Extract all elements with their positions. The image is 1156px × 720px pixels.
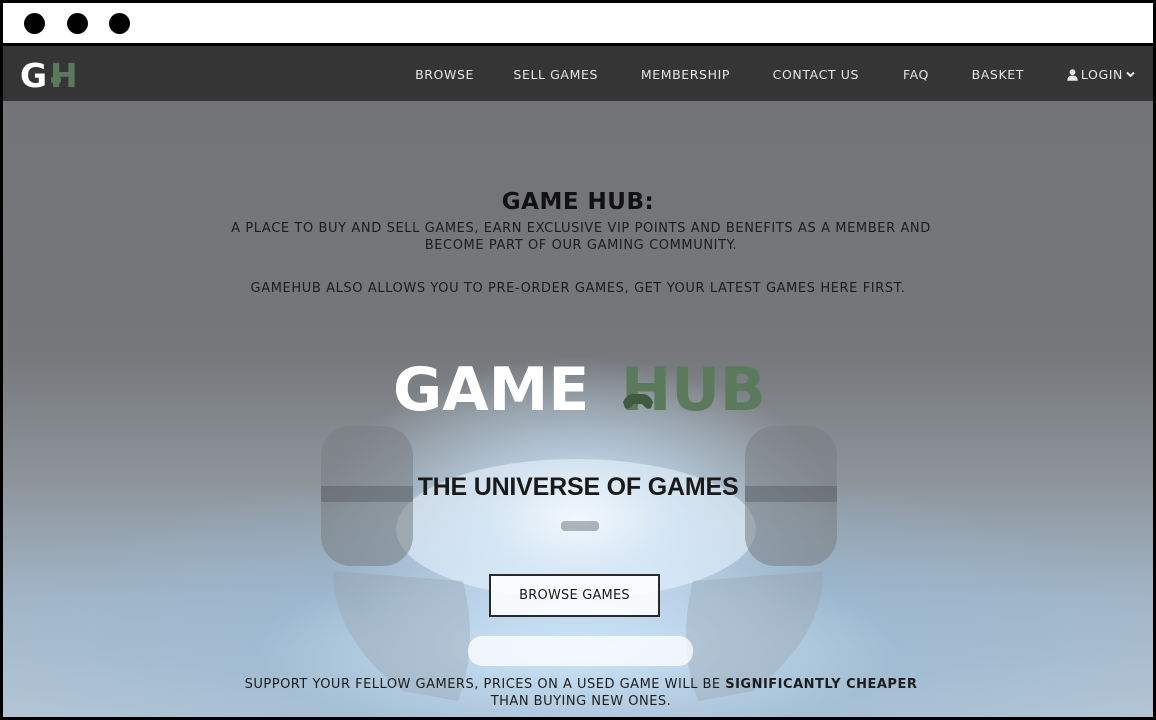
user-icon — [1067, 68, 1078, 81]
gamehub-big-logo: GAME HUB — [393, 355, 766, 424]
nav-basket[interactable]: BASKET — [972, 67, 1024, 82]
nav-browse[interactable]: BROWSE — [415, 67, 474, 82]
support-text: SUPPORT YOUR FELLOW GAMERS, PRICES ON A … — [203, 677, 959, 710]
window-maximize-button[interactable] — [109, 13, 130, 34]
support-text-prefix: SUPPORT YOUR FELLOW GAMERS, PRICES ON A … — [244, 677, 726, 692]
logo-word-hub: HUB — [621, 355, 766, 424]
nav-contact-us[interactable]: CONTACT US — [773, 67, 859, 82]
logo-word-game: GAME — [393, 355, 589, 424]
nav-faq[interactable]: FAQ — [903, 67, 929, 82]
browser-window: G H BROWSE SELL GAMES MEMBERSHIP CONTACT… — [0, 0, 1156, 720]
logo-letter-g: G — [20, 57, 47, 91]
nav-membership[interactable]: MEMBERSHIP — [641, 67, 730, 82]
logo-letter-h: H — [50, 57, 78, 91]
nav-login[interactable]: LOGIN — [1067, 67, 1135, 82]
browse-games-button[interactable]: BROWSE GAMES — [489, 574, 660, 617]
nav-sell-games[interactable]: SELL GAMES — [513, 67, 598, 82]
hero-section: GAME HUB: A PLACE TO BUY AND SELL GAMES,… — [3, 101, 1153, 717]
hero-tagline: THE UNIVERSE OF GAMES — [417, 473, 739, 501]
window-close-button[interactable] — [24, 13, 45, 34]
login-label: LOGIN — [1080, 67, 1123, 82]
gamehub-logo-icon[interactable]: G H — [20, 57, 82, 91]
support-text-suffix: THAN BUYING NEW ONES. — [490, 693, 672, 709]
gamepad-icon — [51, 77, 61, 83]
hero-title: GAME HUB: — [501, 189, 655, 215]
window-titlebar — [3, 3, 1153, 46]
support-text-bold: SIGNIFICANTLY CHEAPER — [725, 677, 918, 692]
hero-description: A PLACE TO BUY AND SELL GAMES, EARN EXCL… — [231, 221, 931, 253]
hero-preorder-text: GAMEHUB ALSO ALLOWS YOU TO PRE-ORDER GAM… — [250, 281, 906, 296]
chevron-down-icon — [1126, 71, 1135, 78]
window-minimize-button[interactable] — [67, 13, 88, 34]
navbar: G H BROWSE SELL GAMES MEMBERSHIP CONTACT… — [3, 46, 1153, 101]
